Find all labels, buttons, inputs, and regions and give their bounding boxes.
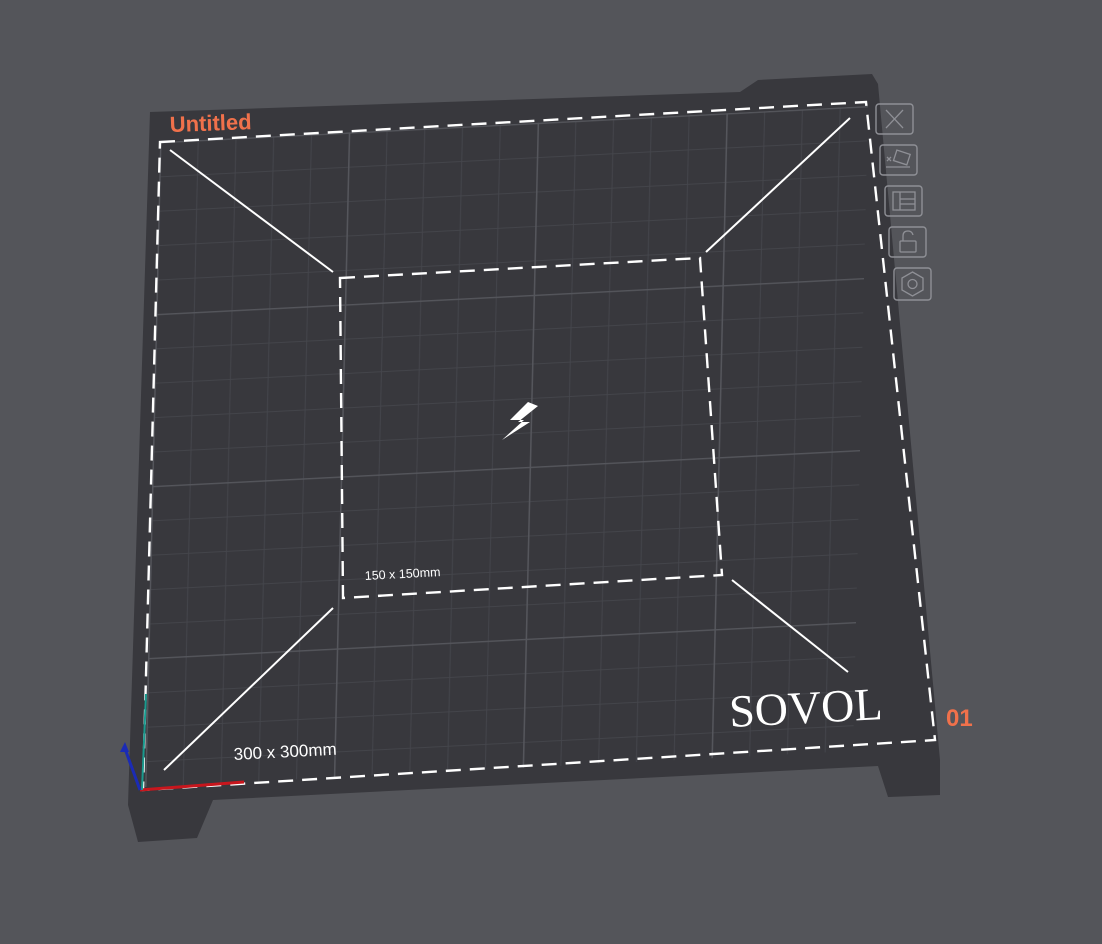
plate-layout-icon — [892, 191, 916, 211]
plate-settings-button[interactable] — [893, 267, 932, 301]
unlock-icon — [899, 230, 917, 253]
build-plate[interactable]: 300 x 300mm 150 x 150mm SOVOL Untitled 0… — [128, 74, 973, 842]
close-icon — [885, 109, 904, 129]
lock-plate-button[interactable] — [888, 226, 927, 258]
plate-name[interactable]: Untitled — [169, 109, 252, 137]
auto-arrange-icon — [886, 149, 912, 168]
plate-number: 01 — [946, 705, 973, 732]
hexagon-settings-icon — [901, 271, 924, 297]
z-axis-arrow — [120, 742, 129, 752]
plate-layout-button[interactable] — [884, 185, 923, 217]
3d-viewport[interactable]: 300 x 300mm 150 x 150mm SOVOL Untitled 0… — [0, 0, 1102, 939]
brand-logo-text: SOVOL — [728, 678, 884, 737]
